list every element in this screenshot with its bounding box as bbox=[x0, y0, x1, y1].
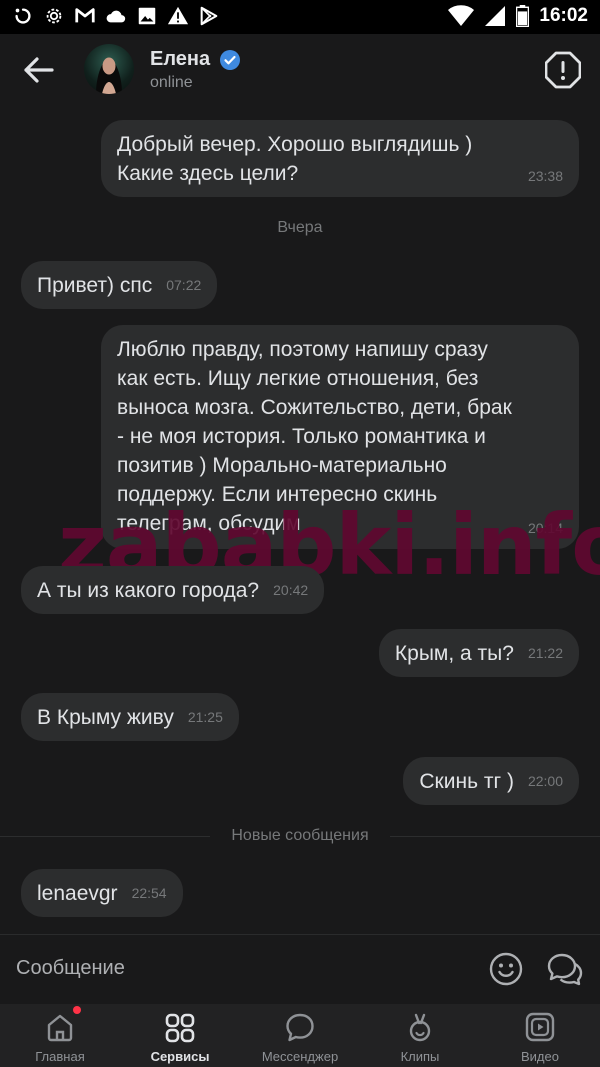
clock: 16:02 bbox=[539, 5, 588, 26]
tab-messenger[interactable]: Мессенджер bbox=[240, 1004, 360, 1067]
contact-status: online bbox=[150, 74, 193, 91]
message-text: А ты из какого города? bbox=[37, 578, 260, 602]
message-text-line: выноса мозга. Сожительство, дети, брак bbox=[117, 396, 512, 419]
contact-name[interactable]: Елена bbox=[150, 48, 210, 71]
new-messages-separator: Новые сообщения bbox=[231, 827, 369, 844]
home-icon bbox=[47, 1014, 73, 1042]
message-bubble-incoming[interactable]: В Крыму живу 21:25 bbox=[21, 693, 239, 741]
chat-bubbles-icon[interactable] bbox=[546, 952, 584, 986]
message-time: 22:54 bbox=[131, 885, 167, 901]
tab-label: Видео bbox=[521, 1049, 559, 1064]
tab-home[interactable]: Главная bbox=[0, 1004, 120, 1067]
message-composer: Сообщение bbox=[0, 934, 600, 1005]
notification-icons bbox=[12, 5, 220, 27]
message-bubble-incoming[interactable]: lenaevgr 22:54 bbox=[21, 869, 183, 917]
warning-icon bbox=[167, 6, 189, 25]
message-text-line: - не моя история. Только романтика и bbox=[117, 425, 486, 448]
tab-label: Мессенджер bbox=[261, 1049, 339, 1064]
message-text: Крым, а ты? bbox=[394, 641, 514, 665]
message-text: lenaevgr bbox=[37, 881, 118, 905]
tab-label: Клипы bbox=[400, 1049, 440, 1064]
message-time: 21:22 bbox=[527, 645, 563, 661]
message-bubble-outgoing[interactable]: Крым, а ты? 21:22 bbox=[378, 629, 579, 677]
emoji-icon[interactable] bbox=[489, 952, 523, 986]
services-icon bbox=[165, 1013, 195, 1043]
message-bubble-incoming[interactable]: Привет) спс 07:22 bbox=[21, 261, 218, 309]
message-time: 23:38 bbox=[527, 168, 563, 184]
message-bubble-incoming[interactable]: А ты из какого города? 20:42 bbox=[21, 566, 325, 614]
tab-clips[interactable]: Клипы bbox=[360, 1004, 480, 1067]
report-icon[interactable] bbox=[545, 51, 581, 89]
status-bar: 16:02 bbox=[0, 0, 600, 34]
image-icon bbox=[138, 7, 156, 25]
tab-label: Сервисы bbox=[150, 1049, 210, 1064]
message-text-line: Люблю правду, поэтому напишу сразу bbox=[117, 338, 488, 361]
avatar[interactable] bbox=[84, 44, 134, 94]
message-text-line: Какие здесь цели? bbox=[117, 162, 299, 185]
video-icon bbox=[525, 1012, 555, 1042]
message-bubble-outgoing[interactable]: Скинь тг ) 22:00 bbox=[403, 757, 579, 805]
notification-dot bbox=[73, 1006, 81, 1014]
back-arrow-icon[interactable] bbox=[16, 52, 58, 88]
clips-icon bbox=[409, 1013, 431, 1042]
tab-label: Главная bbox=[35, 1049, 85, 1064]
battery-icon bbox=[516, 5, 530, 27]
message-text-line: позитив ) Морально-материально bbox=[117, 454, 447, 477]
tab-video[interactable]: Видео bbox=[480, 1004, 600, 1067]
message-time: 20:42 bbox=[273, 582, 309, 598]
message-text-line: Добрый вечер. Хорошо выглядишь ) bbox=[117, 133, 473, 156]
wifi-icon bbox=[448, 5, 475, 27]
message-text: Скинь тг ) bbox=[419, 769, 514, 793]
message-time: 07:22 bbox=[166, 277, 202, 293]
sync-icon bbox=[15, 8, 31, 24]
messenger-icon bbox=[286, 1013, 314, 1042]
gear-icon bbox=[46, 8, 62, 24]
verified-badge-icon bbox=[220, 50, 240, 70]
date-separator: Вчера bbox=[277, 219, 323, 236]
message-text: В Крыму живу bbox=[37, 705, 174, 729]
message-bubble-outgoing[interactable]: Добрый вечер. Хорошо выглядишь ) Какие з… bbox=[101, 120, 579, 197]
system-icons: 16:02 bbox=[448, 5, 588, 27]
message-input[interactable]: Сообщение bbox=[16, 957, 125, 980]
chat-header: Елена online bbox=[0, 34, 600, 106]
tab-services[interactable]: Сервисы bbox=[120, 1004, 240, 1067]
message-time: 22:00 bbox=[527, 773, 563, 789]
gmail-icon bbox=[75, 8, 95, 23]
bottom-tab-bar: Главная Сервисы Мессенджер Клипы Видео bbox=[0, 1004, 600, 1067]
message-text: Привет) спс bbox=[37, 273, 153, 297]
cloud-icon bbox=[106, 10, 126, 23]
signal-icon bbox=[485, 6, 506, 26]
message-text-line: как есть. Ищу легкие отношения, без bbox=[117, 367, 479, 390]
play-store-icon bbox=[200, 6, 218, 26]
message-time: 21:25 bbox=[187, 709, 223, 725]
